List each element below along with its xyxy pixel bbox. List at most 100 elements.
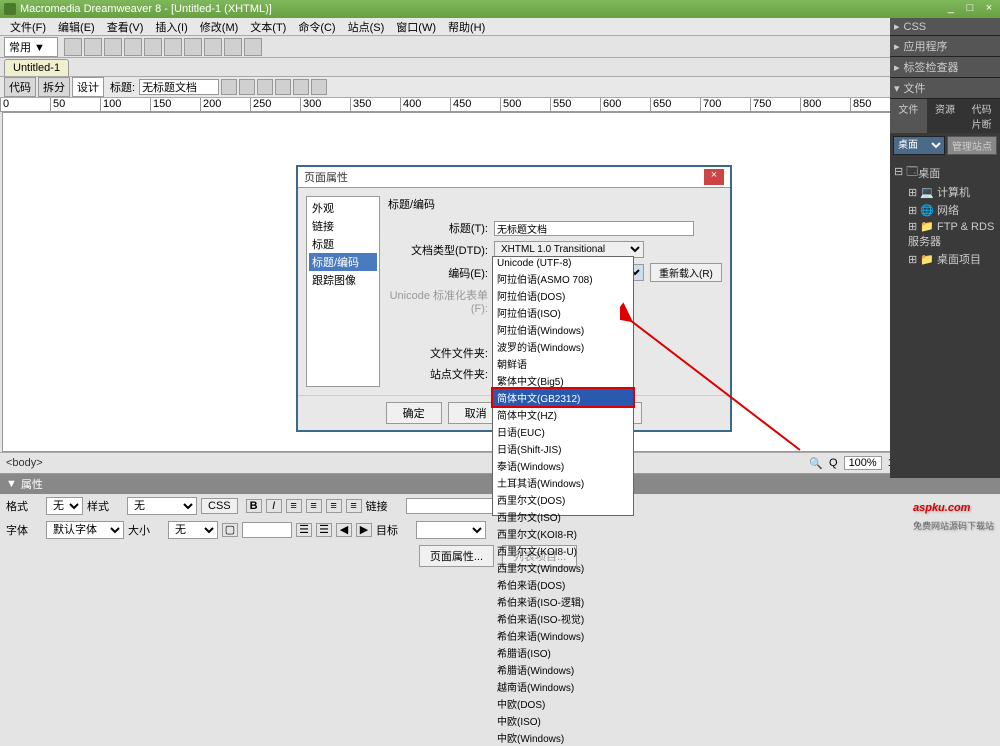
panel-tab[interactable]: 文件 bbox=[890, 99, 927, 133]
target-select[interactable] bbox=[416, 521, 486, 539]
toolbar-button[interactable] bbox=[164, 38, 182, 56]
menu-item[interactable]: 站点(S) bbox=[342, 19, 391, 35]
dropdown-option[interactable]: 希腊语(Windows) bbox=[493, 661, 633, 678]
tree-item[interactable]: ⊞ 🌐 网络 bbox=[908, 201, 996, 219]
dropdown-option[interactable]: 日语(EUC) bbox=[493, 423, 633, 440]
panel-header[interactable]: ▸应用程序 bbox=[890, 36, 1000, 57]
menu-item[interactable]: 窗口(W) bbox=[390, 19, 442, 35]
toolbar-button[interactable] bbox=[311, 79, 327, 95]
menu-item[interactable]: 帮助(H) bbox=[442, 19, 491, 35]
dropdown-option[interactable]: 希伯来语(Windows) bbox=[493, 627, 633, 644]
toolbar-button[interactable] bbox=[124, 38, 142, 56]
manage-sites-button[interactable]: 管理站点 bbox=[947, 136, 997, 155]
menu-item[interactable]: 修改(M) bbox=[194, 19, 245, 35]
menu-item[interactable]: 查看(V) bbox=[101, 19, 150, 35]
dropdown-option[interactable]: 西里尔文(Windows) bbox=[493, 559, 633, 576]
dropdown-option[interactable]: 越南语(Windows) bbox=[493, 678, 633, 695]
dropdown-option[interactable]: 希伯来语(ISO-逻辑) bbox=[493, 593, 633, 610]
document-tab[interactable]: Untitled-1 bbox=[4, 59, 69, 76]
dropdown-option[interactable]: 西里尔文(KOI8-R) bbox=[493, 525, 633, 542]
list-ul-icon[interactable]: ☰ bbox=[296, 523, 312, 537]
css-button[interactable]: CSS bbox=[201, 498, 238, 514]
menu-item[interactable]: 命令(C) bbox=[292, 19, 341, 35]
tree-item[interactable]: ⊞ 📁 桌面项目 bbox=[908, 250, 996, 268]
zoom-tool-icon[interactable]: 🔍 bbox=[809, 457, 823, 470]
encoding-dropdown[interactable]: Unicode (UTF-8)阿拉伯语(ASMO 708)阿拉伯语(DOS)阿拉… bbox=[492, 256, 634, 516]
dropdown-option[interactable]: 西里尔文(ISO) bbox=[493, 508, 633, 525]
align-center-icon[interactable]: ≡ bbox=[306, 499, 322, 513]
category-item[interactable]: 标题/编码 bbox=[309, 253, 377, 271]
dialog-button[interactable]: 确定 bbox=[386, 402, 442, 424]
font-select[interactable]: 默认字体 bbox=[46, 521, 124, 539]
panel-header[interactable]: ▸标签检查器 bbox=[890, 57, 1000, 78]
color-input[interactable] bbox=[242, 522, 292, 538]
menu-item[interactable]: 文本(T) bbox=[244, 19, 292, 35]
split-view-button[interactable]: 拆分 bbox=[38, 77, 70, 97]
category-item[interactable]: 链接 bbox=[309, 217, 377, 235]
close-icon[interactable]: × bbox=[982, 2, 996, 16]
dropdown-option[interactable]: 简体中文(GB2312) bbox=[493, 389, 633, 406]
dropdown-option[interactable]: 波罗的语(Windows) bbox=[493, 338, 633, 355]
tag-selector[interactable]: <body> bbox=[6, 457, 43, 469]
toolbar-category-select[interactable]: 常用 ▼ bbox=[4, 37, 58, 57]
tree-item[interactable]: ⊞ 💻 计算机 bbox=[908, 183, 996, 201]
toolbar-button[interactable] bbox=[221, 79, 237, 95]
category-item[interactable]: 外观 bbox=[309, 199, 377, 217]
panel-tab[interactable]: 代码片断 bbox=[963, 99, 1000, 133]
panel-tab[interactable]: 资源 bbox=[927, 99, 964, 133]
dropdown-option[interactable]: 阿拉伯语(Windows) bbox=[493, 321, 633, 338]
dropdown-option[interactable]: 中欧(Windows) bbox=[493, 729, 633, 746]
toolbar-button[interactable] bbox=[239, 79, 255, 95]
dropdown-option[interactable]: 简体中文(HZ) bbox=[493, 406, 633, 423]
toolbar-button[interactable] bbox=[64, 38, 82, 56]
align-justify-icon[interactable]: ≡ bbox=[346, 499, 362, 513]
site-select[interactable]: 桌面 bbox=[893, 136, 945, 155]
tree-item[interactable]: ⊞ 📁 FTP & RDS 服务器 bbox=[908, 219, 996, 250]
style-select[interactable]: 无 bbox=[127, 497, 197, 515]
dropdown-option[interactable]: 朝鲜语 bbox=[493, 355, 633, 372]
reload-button[interactable]: 重新载入(R) bbox=[650, 263, 722, 282]
toolbar-button[interactable] bbox=[184, 38, 202, 56]
title-input[interactable] bbox=[139, 79, 219, 95]
category-item[interactable]: 标题 bbox=[309, 235, 377, 253]
toolbar-button[interactable] bbox=[275, 79, 291, 95]
menu-item[interactable]: 编辑(E) bbox=[52, 19, 101, 35]
dropdown-option[interactable]: 阿拉伯语(DOS) bbox=[493, 287, 633, 304]
bold-icon[interactable]: B bbox=[246, 499, 262, 513]
dropdown-option[interactable]: 繁体中文(Big5) bbox=[493, 372, 633, 389]
text-color-icon[interactable]: ▢ bbox=[222, 523, 238, 537]
dropdown-option[interactable]: 西里尔文(KOI8-U) bbox=[493, 542, 633, 559]
toolbar-button[interactable] bbox=[104, 38, 122, 56]
toolbar-button[interactable] bbox=[144, 38, 162, 56]
zoom-percent[interactable]: 100% bbox=[844, 456, 882, 470]
toolbar-button[interactable] bbox=[84, 38, 102, 56]
dropdown-option[interactable]: 中欧(DOS) bbox=[493, 695, 633, 712]
menu-item[interactable]: 插入(I) bbox=[149, 19, 193, 35]
panel-header[interactable]: ▸CSS bbox=[890, 18, 1000, 36]
dropdown-option[interactable]: 西里尔文(DOS) bbox=[493, 491, 633, 508]
dropdown-option[interactable]: 日语(Shift-JIS) bbox=[493, 440, 633, 457]
align-left-icon[interactable]: ≡ bbox=[286, 499, 302, 513]
panel-header[interactable]: ▾文件 bbox=[890, 78, 1000, 99]
outdent-icon[interactable]: ◀ bbox=[336, 523, 352, 537]
dropdown-option[interactable]: Unicode (UTF-8) bbox=[493, 257, 633, 270]
dropdown-option[interactable]: 阿拉伯语(ASMO 708) bbox=[493, 270, 633, 287]
dropdown-option[interactable]: 阿拉伯语(ISO) bbox=[493, 304, 633, 321]
toolbar-button[interactable] bbox=[293, 79, 309, 95]
dialog-close-icon[interactable]: × bbox=[704, 169, 724, 185]
code-view-button[interactable]: 代码 bbox=[4, 77, 36, 97]
maximize-icon[interactable]: □ bbox=[963, 2, 977, 16]
dropdown-option[interactable]: 土耳其语(Windows) bbox=[493, 474, 633, 491]
toolbar-button[interactable] bbox=[257, 79, 273, 95]
toolbar-button[interactable] bbox=[204, 38, 222, 56]
category-item[interactable]: 跟踪图像 bbox=[309, 271, 377, 289]
dropdown-option[interactable]: 希伯来语(ISO-视觉) bbox=[493, 610, 633, 627]
design-view-button[interactable]: 设计 bbox=[72, 77, 104, 97]
italic-icon[interactable]: I bbox=[266, 499, 282, 513]
size-select[interactable]: 无 bbox=[168, 521, 218, 539]
menu-item[interactable]: 文件(F) bbox=[4, 19, 52, 35]
list-ol-icon[interactable]: ☰ bbox=[316, 523, 332, 537]
format-select[interactable]: 无 bbox=[46, 497, 83, 515]
tree-root[interactable]: ⊟ 🗔 桌面 bbox=[894, 162, 996, 183]
dropdown-option[interactable]: 希腊语(ISO) bbox=[493, 644, 633, 661]
